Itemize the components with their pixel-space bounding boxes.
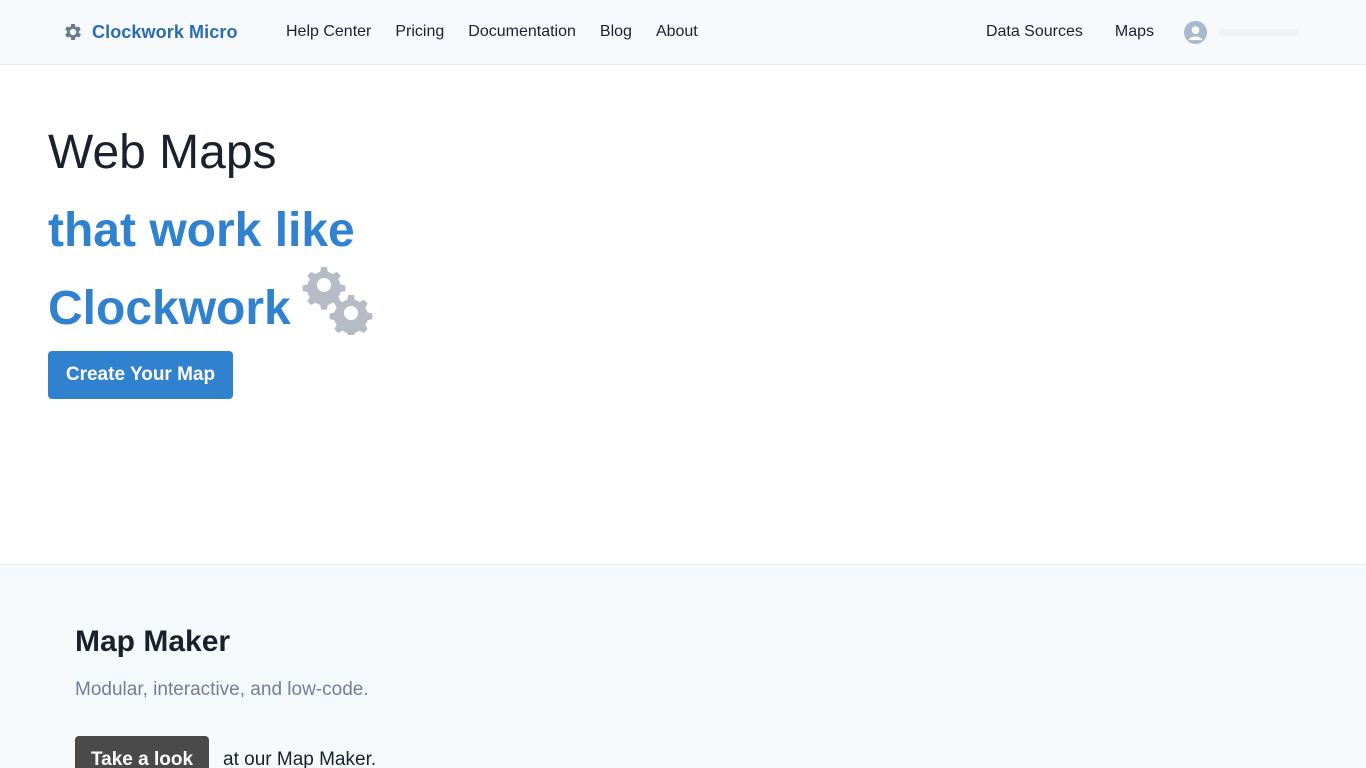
nav-blog[interactable]: Blog xyxy=(600,21,632,43)
nav-data-sources[interactable]: Data Sources xyxy=(986,21,1083,43)
gear-icon xyxy=(65,24,81,40)
primary-nav: Help Center Pricing Documentation Blog A… xyxy=(286,21,722,43)
brand-name: Clockwork Micro xyxy=(92,21,238,42)
hero-title: Web Maps xyxy=(48,126,277,179)
hero-subtitle-line1: that work like xyxy=(48,204,355,257)
nav-help-center[interactable]: Help Center xyxy=(286,21,371,43)
hero-section: Web Maps that work like Clockwork Create… xyxy=(0,65,1366,565)
nav-documentation[interactable]: Documentation xyxy=(468,21,576,43)
map-maker-section: Map Maker Modular, interactive, and low-… xyxy=(0,566,1366,768)
take-a-look-button[interactable]: Take a look xyxy=(75,736,209,768)
section-description: Modular, interactive, and low-code. xyxy=(75,679,369,700)
section-title: Map Maker xyxy=(75,625,231,658)
take-a-look-suffix: at our Map Maker. xyxy=(223,749,377,768)
top-navbar: Clockwork Micro Help Center Pricing Docu… xyxy=(0,0,1366,65)
user-avatar-icon[interactable] xyxy=(1184,21,1207,44)
hero-subtitle-line2: Clockwork xyxy=(48,282,291,335)
brand-link[interactable]: Clockwork Micro xyxy=(62,18,238,46)
nav-maps[interactable]: Maps xyxy=(1115,21,1154,43)
secondary-nav: Data Sources Maps xyxy=(954,21,1154,43)
nav-about[interactable]: About xyxy=(656,21,698,43)
create-map-button[interactable]: Create Your Map xyxy=(48,351,233,399)
gears-icon xyxy=(302,266,373,335)
user-name-placeholder xyxy=(1218,29,1298,36)
nav-pricing[interactable]: Pricing xyxy=(395,21,444,43)
take-a-look-row: Take a look at our Map Maker. xyxy=(75,736,376,768)
